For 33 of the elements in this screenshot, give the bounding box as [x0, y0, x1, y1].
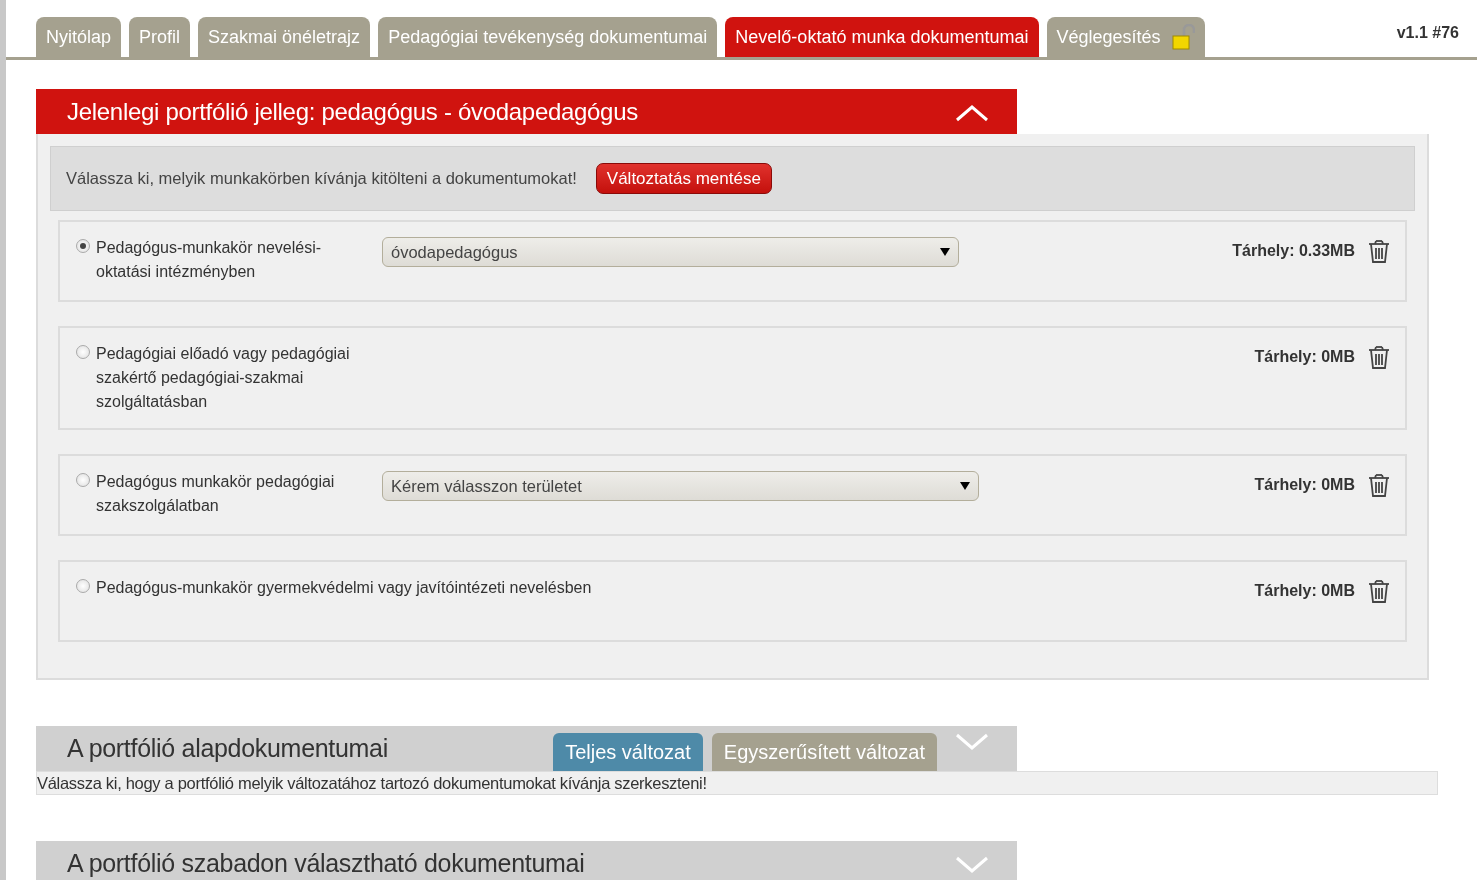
dropdown-arrow-icon: [940, 248, 950, 256]
section-title: A portfólió szabadon választható dokumentumai: [67, 849, 585, 878]
role-label: Pedagógiai előadó vagy pedagógiai szakértő pedagógiai-szakmai szolgáltatásban: [96, 344, 351, 412]
trash-icon[interactable]: [1367, 472, 1391, 498]
trash-icon[interactable]: [1367, 344, 1391, 370]
dropdown-arrow-icon: [960, 482, 970, 490]
radio-button[interactable]: [76, 473, 90, 487]
storage-label: Tárhely: 0MB: [1254, 476, 1355, 494]
variant-tab[interactable]: Teljes változat: [553, 733, 703, 771]
role-label: Pedagógus-munkakör nevelési-oktatási intézményben: [96, 238, 322, 282]
role-label: Pedagógus munkakör pedagógiai szakszolgálatban: [96, 472, 336, 516]
section-header[interactable]: A portfólió alapdokumentumai Teljes változat Egyszerűsített változat: [36, 726, 1017, 771]
dropdown[interactable]: Kérem válasszon területet: [382, 471, 979, 501]
role-label: Pedagógus-munkakör gyermekvédelmi vagy javítóintézeti nevelésben: [96, 578, 592, 598]
storage-label: Tárhely: 0MB: [1254, 348, 1355, 366]
version-label: v1.1 #76: [1396, 24, 1459, 42]
trash-icon[interactable]: [1367, 578, 1391, 604]
radio-button[interactable]: [76, 239, 90, 253]
storage-label: Tárhely: 0MB: [1254, 582, 1355, 600]
radio-button[interactable]: [76, 345, 90, 359]
radio-button[interactable]: [76, 579, 90, 593]
storage-label: Tárhely: 0.33MB: [1232, 242, 1355, 260]
prompt-text: Válassza ki, melyik munkakörben kívánja kitölteni a dokumentumokat!: [66, 169, 577, 188]
section-header[interactable]: A portfólió szabadon választható dokumentumai: [36, 841, 1017, 880]
hint-text: Válassza ki, hogy a portfólió melyik változatához tartozó dokumentumokat kívánja szerkeszteni!: [36, 771, 1438, 795]
dropdown[interactable]: óvodapedagógus: [382, 237, 959, 267]
section-title: A portfólió alapdokumentumai: [67, 734, 388, 763]
tab[interactable]: Nevelő-oktató munka dokumentumai: [725, 17, 1039, 57]
section-header[interactable]: Jelenlegi portfólió jelleg: pedagógus - óvodapedagógus: [36, 89, 1017, 134]
trash-icon[interactable]: [1367, 238, 1391, 264]
section-title: Jelenlegi portfólió jelleg: pedagógus - óvodapedagógus: [67, 98, 638, 126]
chevron-up-icon[interactable]: [955, 104, 989, 122]
save-changes-button[interactable]: Változtatás mentése: [595, 163, 772, 194]
